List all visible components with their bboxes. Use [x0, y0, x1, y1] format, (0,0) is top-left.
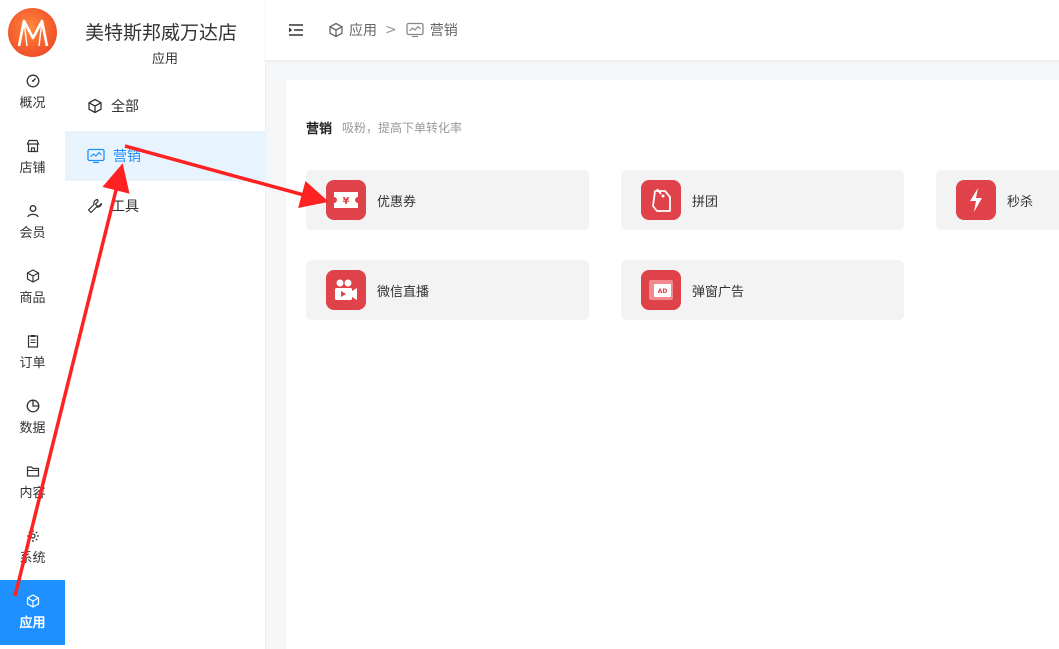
- card-label: 弹窗广告: [692, 284, 745, 300]
- sidebar-item-data[interactable]: 数据: [0, 385, 65, 450]
- sidebar-item-label: 系统: [19, 551, 46, 566]
- main-content: 营销 吸粉，提高下单转化率 ¥ 优惠券 拼团 秒杀 微信直播 AD 弹窗广告: [286, 80, 1059, 649]
- sidebar-item-members[interactable]: 会员: [0, 190, 65, 255]
- card-icon-badge: [641, 180, 681, 220]
- sidebar-item-label: 订单: [19, 356, 46, 371]
- gear-icon: [26, 530, 39, 542]
- app-card-popup-ad[interactable]: AD 弹窗广告: [621, 260, 904, 320]
- folder-icon: [26, 466, 39, 477]
- sidebar-item-orders[interactable]: 订单: [0, 320, 65, 385]
- wrench-icon: [87, 198, 103, 214]
- subnav-item-all[interactable]: 全部: [65, 81, 266, 131]
- main-sidebar: 概况 店铺 会员 商品 订单 数据 内容 系统 应用: [0, 0, 65, 649]
- box-icon: [26, 269, 39, 283]
- sidebar-item-store[interactable]: 店铺: [0, 125, 65, 190]
- cube-icon: [26, 594, 39, 608]
- coupon-icon: ¥: [334, 192, 358, 208]
- app-card-coupon[interactable]: ¥ 优惠券: [306, 170, 589, 230]
- card-label: 优惠券: [377, 194, 417, 210]
- breadcrumb-label: 营销: [429, 23, 458, 39]
- subnav-item-label: 全部: [111, 99, 139, 115]
- breadcrumb-label: 应用: [349, 23, 377, 39]
- section-description: 吸粉，提高下单转化率: [342, 121, 463, 135]
- app-card-group-buy[interactable]: 拼团: [621, 170, 904, 230]
- trend-monitor-icon: [406, 22, 424, 38]
- svg-text:¥: ¥: [343, 196, 350, 207]
- svg-text:AD: AD: [658, 288, 668, 295]
- card-icon-badge: [326, 270, 366, 310]
- menu-fold-icon[interactable]: [288, 22, 304, 38]
- brand-logo[interactable]: [8, 8, 57, 57]
- subnav-item-tools[interactable]: 工具: [65, 181, 266, 231]
- sidebar-item-apps[interactable]: 应用: [0, 580, 65, 645]
- subnav-item-marketing[interactable]: 营销: [65, 131, 266, 181]
- secondary-sidebar: 全部 营销 工具: [65, 60, 266, 649]
- top-bar: 应用 > 营销: [266, 0, 1059, 60]
- live-video-icon: [335, 279, 357, 300]
- sidebar-item-label: 应用: [19, 616, 46, 631]
- sidebar-item-content[interactable]: 内容: [0, 450, 65, 515]
- group-buy-icon: [652, 188, 671, 212]
- breadcrumb-item-apps[interactable]: 应用: [328, 20, 377, 40]
- sidebar-item-label: 会员: [19, 226, 46, 241]
- logo-m-icon: [17, 19, 48, 46]
- card-label: 微信直播: [377, 284, 430, 300]
- clipboard-icon: [27, 335, 38, 348]
- sidebar-item-system[interactable]: 系统: [0, 515, 65, 580]
- sidebar-item-label: 概况: [19, 96, 46, 111]
- sidebar-item-label: 商品: [19, 291, 46, 306]
- cube-icon: [88, 98, 102, 114]
- sidebar-item-label: 数据: [19, 421, 46, 436]
- card-icon-badge: ¥: [326, 180, 366, 220]
- pie-chart-icon: [26, 399, 39, 413]
- cube-icon: [329, 22, 343, 38]
- store-name: 美特斯邦威万达店: [85, 22, 238, 44]
- breadcrumb-item-marketing: 营销: [405, 20, 458, 40]
- popup-ad-icon: AD: [649, 280, 673, 300]
- sidebar-item-label: 店铺: [19, 161, 46, 176]
- store-icon: [26, 139, 39, 153]
- dashboard-icon: [26, 74, 39, 88]
- card-icon-badge: [956, 180, 996, 220]
- sidebar-item-overview[interactable]: 概况: [0, 60, 65, 125]
- subnav-item-label: 营销: [113, 149, 141, 165]
- sidebar-item-label: 内容: [19, 486, 46, 501]
- card-label: 拼团: [692, 194, 719, 210]
- user-icon: [26, 205, 39, 218]
- breadcrumb: 应用 > 营销: [328, 20, 458, 40]
- subnav-item-label: 工具: [111, 199, 139, 215]
- sidebar-item-products[interactable]: 商品: [0, 255, 65, 320]
- app-card-wechat-live[interactable]: 微信直播: [306, 260, 589, 320]
- breadcrumb-separator: >: [385, 22, 397, 38]
- card-icon-badge: AD: [641, 270, 681, 310]
- card-label: 秒杀: [1007, 194, 1034, 210]
- section-title: 营销: [306, 122, 333, 137]
- current-section-label: 应用: [132, 51, 198, 69]
- app-card-flash-sale[interactable]: 秒杀: [936, 170, 1059, 230]
- trend-monitor-icon: [87, 148, 105, 164]
- lightning-icon: [970, 188, 982, 212]
